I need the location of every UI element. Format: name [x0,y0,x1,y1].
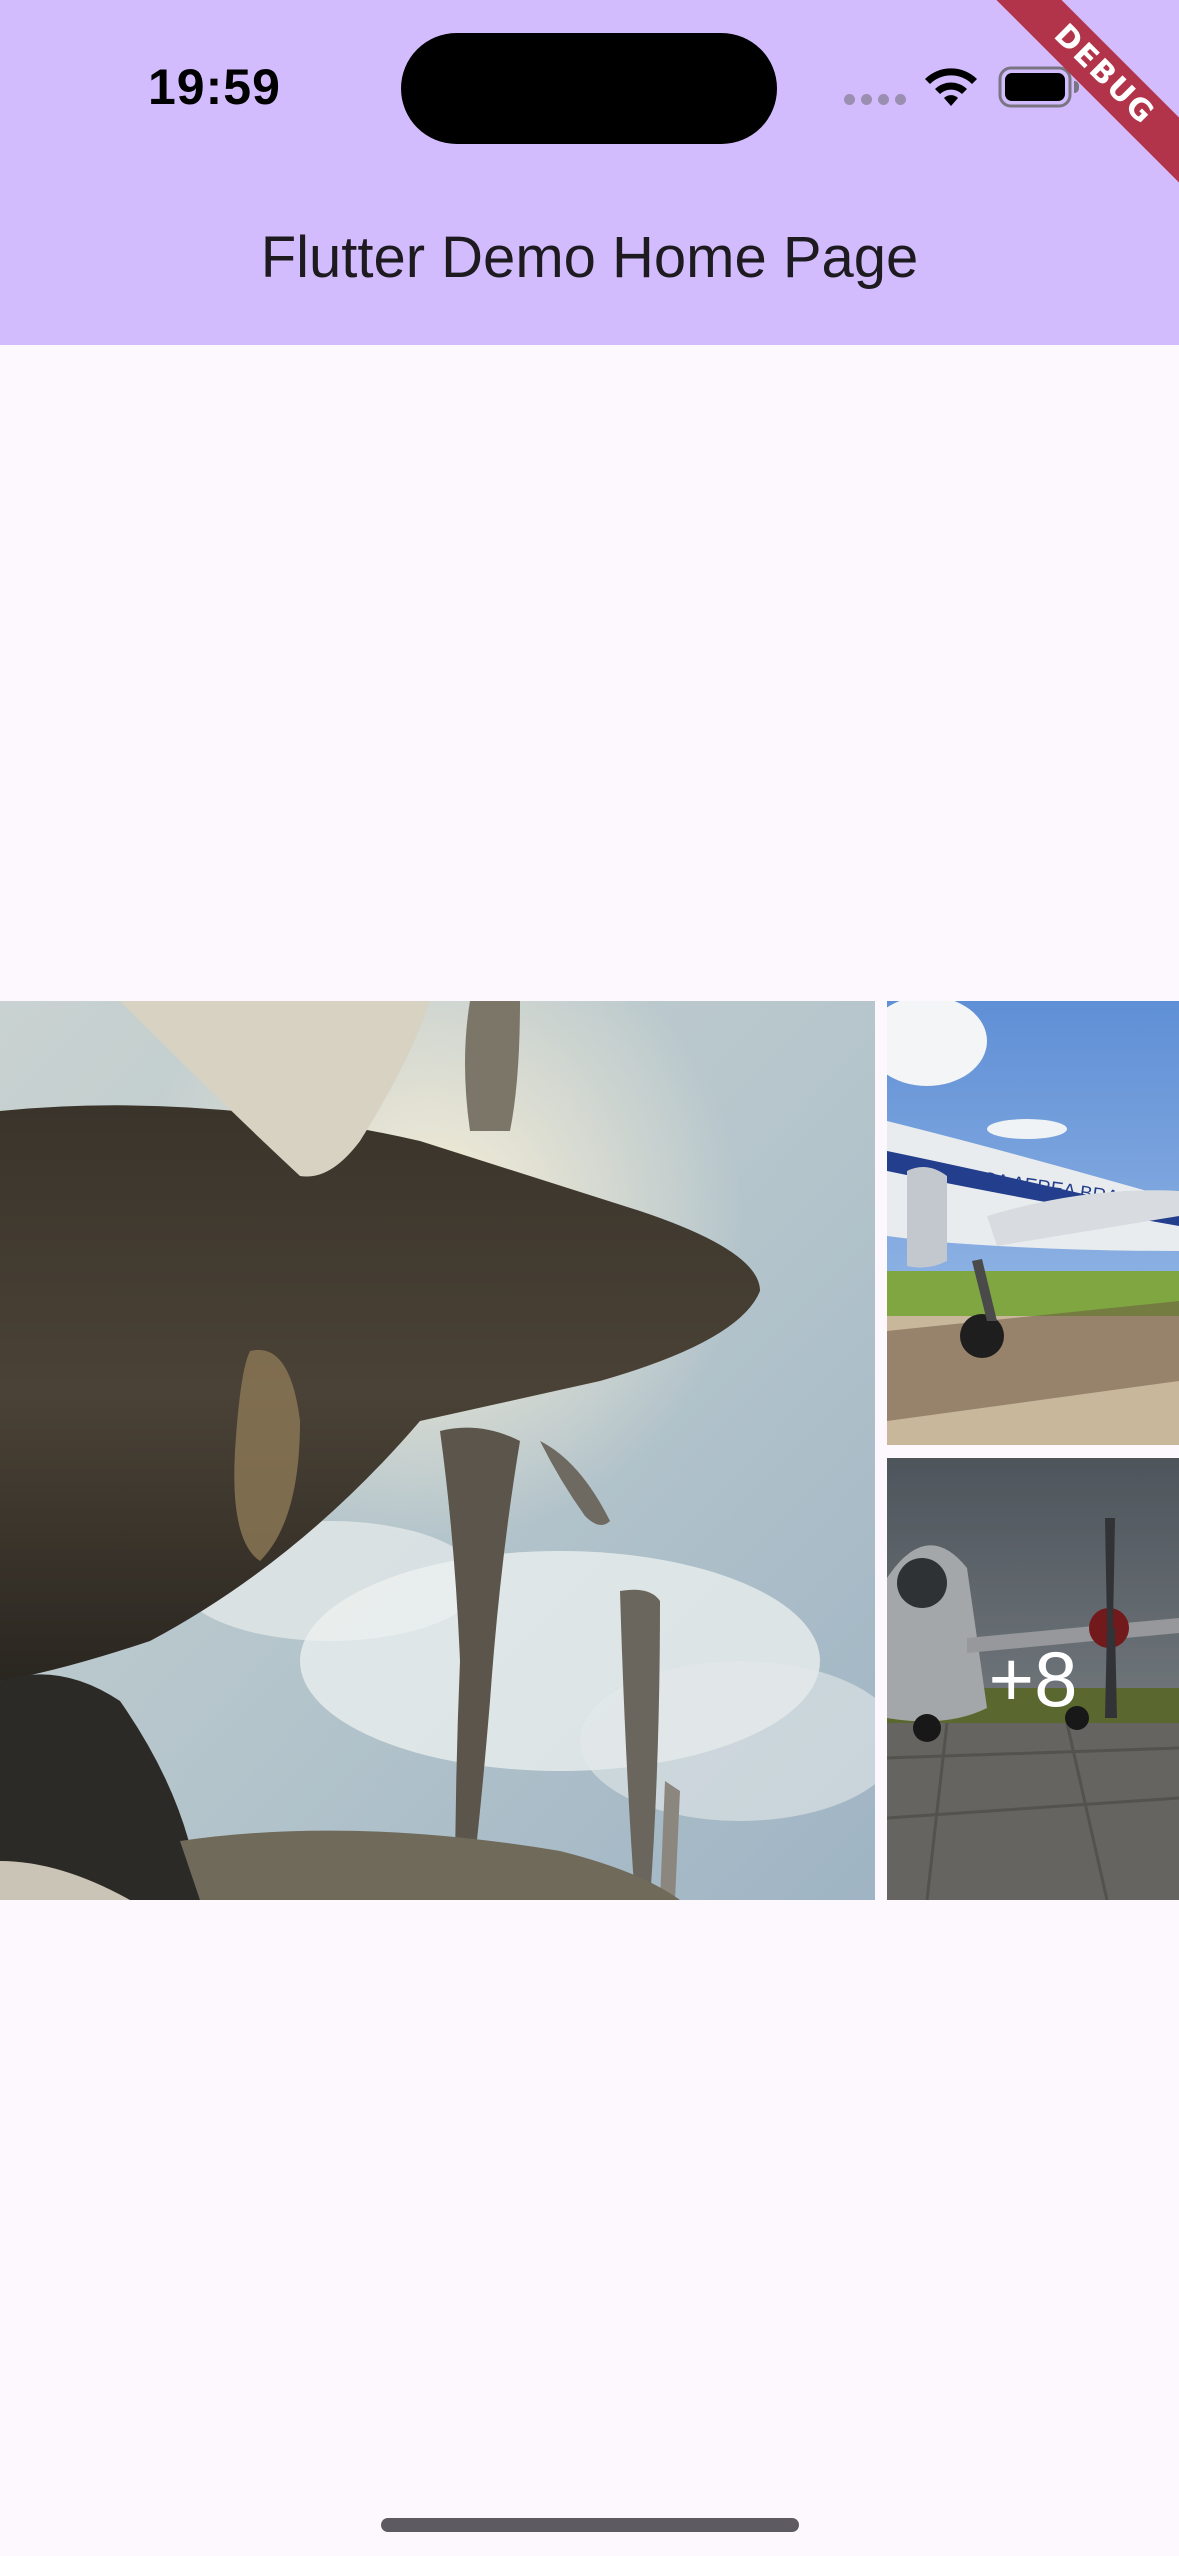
more-photos-count: +8 [988,1634,1078,1723]
home-indicator[interactable] [381,2518,799,2532]
debug-label: DEBUG [992,0,1179,187]
photo-gallery: FORCA AEREA BRASILEIR +8 [0,1001,1179,1900]
dynamic-island [401,33,777,144]
photo-propeller-airplane-more[interactable]: +8 [887,1458,1179,1900]
debug-banner: DEBUG [979,0,1179,200]
forca-aerea-photo-image: FORCA AEREA BRASILEIR [887,1001,1179,1445]
photo-airplane-propeller[interactable] [0,1001,875,1900]
signal-dots-icon [844,94,906,105]
status-time: 19:59 [148,59,281,115]
propeller-photo-image [0,1001,875,1900]
wifi-icon [925,68,977,106]
photo-forca-aerea-airplane[interactable]: FORCA AEREA BRASILEIR [887,1001,1179,1445]
app-bar: 19:59 DEBUG Flutter Demo Home Page [0,0,1179,345]
page-title: Flutter Demo Home Page [260,225,919,290]
